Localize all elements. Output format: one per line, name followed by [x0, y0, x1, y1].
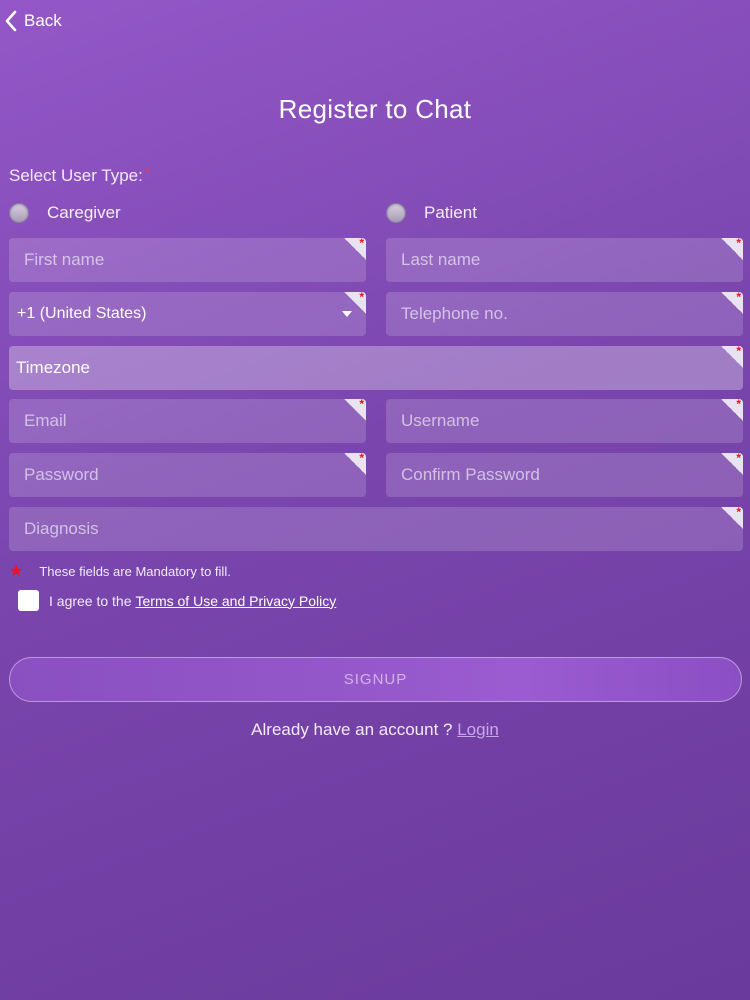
required-mark: *	[144, 166, 150, 180]
radio-circle[interactable]	[386, 203, 406, 223]
terms-prefix: I agree to the	[49, 592, 132, 609]
radio-caregiver-label: Caregiver	[47, 203, 121, 222]
mandatory-note: ★ These fields are Mandatory to fill.	[9, 561, 231, 581]
email-field[interactable]	[9, 399, 366, 443]
telephone-input[interactable]	[401, 292, 743, 336]
required-corner-icon	[344, 453, 366, 475]
confirm-password-input[interactable]	[401, 453, 743, 497]
chevron-left-icon	[5, 10, 17, 32]
required-corner-icon	[721, 399, 743, 421]
first-name-field[interactable]	[9, 238, 366, 282]
diagnosis-input[interactable]	[24, 507, 743, 551]
required-corner-icon	[344, 399, 366, 421]
page-title: Register to Chat	[278, 94, 472, 124]
required-corner-icon	[721, 507, 743, 529]
last-name-input[interactable]	[401, 238, 743, 282]
terms-agreement: I agree to the Terms of Use and Privacy …	[18, 590, 336, 611]
mandatory-note-text: These fields are Mandatory to fill.	[39, 563, 231, 579]
signup-button[interactable]: SIGNUP	[9, 657, 742, 702]
diagnosis-field[interactable]	[9, 507, 743, 551]
required-corner-icon	[344, 238, 366, 260]
required-corner-icon	[721, 292, 743, 314]
password-input[interactable]	[24, 453, 366, 497]
timezone-input[interactable]	[16, 346, 743, 390]
required-corner-icon	[721, 238, 743, 260]
username-input[interactable]	[401, 399, 743, 443]
terms-link[interactable]: Terms of Use and Privacy Policy	[136, 593, 337, 609]
confirm-password-field[interactable]	[386, 453, 743, 497]
back-button[interactable]: Back	[4, 10, 62, 32]
radio-caregiver[interactable]: Caregiver	[9, 203, 121, 223]
radio-patient-label: Patient	[424, 203, 477, 222]
required-corner-icon	[721, 346, 743, 368]
terms-checkbox[interactable]	[18, 590, 39, 611]
user-type-label: Select User Type: *	[9, 166, 150, 185]
radio-patient[interactable]: Patient	[386, 203, 477, 223]
star-icon: ★	[9, 563, 24, 580]
login-prompt-text: Already have an account ?	[251, 720, 453, 739]
login-link[interactable]: Login	[457, 720, 499, 739]
password-field[interactable]	[9, 453, 366, 497]
username-field[interactable]	[386, 399, 743, 443]
login-prompt: Already have an account ? Login	[0, 720, 750, 740]
telephone-field[interactable]	[386, 292, 743, 336]
back-label: Back	[24, 11, 62, 30]
email-input[interactable]	[24, 399, 366, 443]
first-name-input[interactable]	[24, 238, 366, 282]
required-corner-icon	[344, 292, 366, 314]
last-name-field[interactable]	[386, 238, 743, 282]
country-code-value: +1 (United States)	[17, 305, 147, 322]
timezone-field[interactable]	[9, 346, 743, 390]
radio-circle[interactable]	[9, 203, 29, 223]
required-corner-icon	[721, 453, 743, 475]
country-code-select[interactable]: +1 (United States)	[9, 292, 366, 336]
